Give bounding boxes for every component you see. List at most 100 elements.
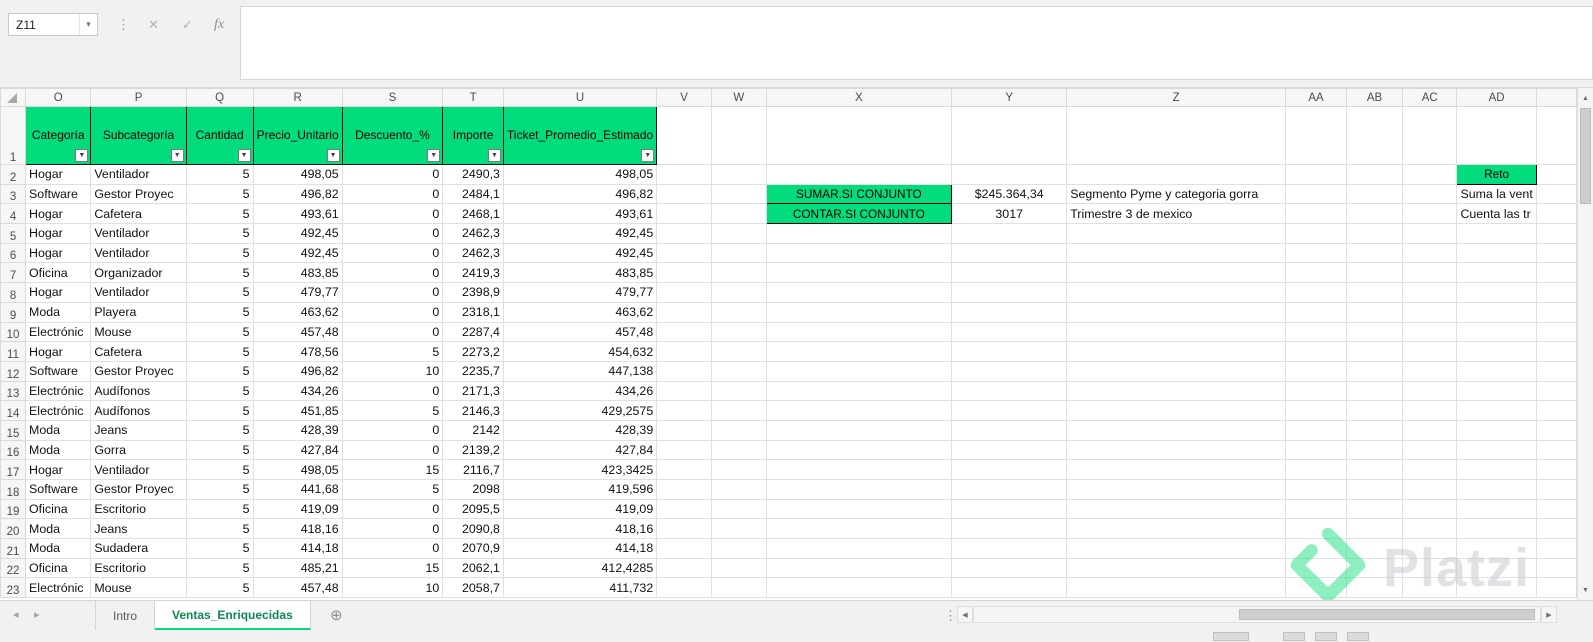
cell-T22[interactable]: 2062,1 xyxy=(442,557,504,579)
scroll-up-icon[interactable]: ▲ xyxy=(1578,90,1593,106)
cell-O21[interactable]: Moda xyxy=(25,538,92,559)
tabbar-more-icon[interactable]: ⋮ xyxy=(944,609,957,622)
column-header-AD[interactable]: AD xyxy=(1456,88,1537,107)
cell-AA19[interactable] xyxy=(1284,498,1348,520)
cell-X9[interactable] xyxy=(765,301,953,323)
cell-P4[interactable]: Cafetera xyxy=(90,203,187,225)
name-box[interactable]: Z11 ▾ xyxy=(8,13,98,36)
cell-Q18[interactable]: 5 xyxy=(185,479,254,500)
cell-U6[interactable]: 492,45 xyxy=(502,242,658,264)
filter-button-R[interactable]: ▼ xyxy=(326,149,340,162)
cell-P13[interactable]: Audífonos xyxy=(90,380,187,402)
cell-AD20[interactable] xyxy=(1456,518,1537,540)
cell-V10[interactable] xyxy=(656,321,713,343)
cell-AA17[interactable] xyxy=(1284,459,1348,480)
row-header-11[interactable]: 11 xyxy=(0,341,27,362)
cell-W9[interactable] xyxy=(711,301,767,323)
cell-T14[interactable]: 2146,3 xyxy=(442,400,504,421)
cell-X18[interactable] xyxy=(765,479,953,500)
row-header-1[interactable]: 1 xyxy=(0,106,27,165)
cell-O11[interactable]: Hogar xyxy=(25,341,92,362)
cell-Y10[interactable] xyxy=(951,321,1068,343)
formula-bar-input[interactable] xyxy=(240,6,1593,80)
cell-Y4[interactable]: 3017 xyxy=(951,203,1068,225)
cell-U17[interactable]: 423,3425 xyxy=(502,459,658,480)
cell-P16[interactable]: Gorra xyxy=(90,439,187,461)
cell-AC18[interactable] xyxy=(1402,479,1458,500)
cell-O22[interactable]: Oficina xyxy=(25,557,92,579)
cell-V16[interactable] xyxy=(656,439,713,461)
cell-P14[interactable]: Audífonos xyxy=(90,400,187,421)
cell-S9[interactable]: 0 xyxy=(341,301,444,323)
cell-T23[interactable]: 2058,7 xyxy=(442,577,504,599)
insert-function-icon[interactable]: fx xyxy=(214,18,224,32)
select-all-corner[interactable] xyxy=(0,88,27,107)
field-header-cell-U[interactable]: Ticket_Promedio_Estimado ▼ xyxy=(502,106,658,165)
cell-U23[interactable]: 411,732 xyxy=(502,577,658,599)
cell-AC21[interactable] xyxy=(1402,538,1458,559)
cell-X10[interactable] xyxy=(765,321,953,343)
cell-Q15[interactable]: 5 xyxy=(185,419,254,441)
cell-W5[interactable] xyxy=(711,223,767,244)
cell-X11[interactable] xyxy=(765,341,953,362)
cell-O10[interactable]: Electrónic xyxy=(25,321,92,343)
cell-Y3[interactable]: $245.364,34 xyxy=(951,183,1068,205)
cell-AC23[interactable] xyxy=(1402,577,1458,599)
cell-R11[interactable]: 478,56 xyxy=(252,341,343,362)
row-header-23[interactable]: 23 xyxy=(0,577,27,599)
cell-Y13[interactable] xyxy=(951,380,1068,402)
cell-Z9[interactable] xyxy=(1066,301,1286,323)
cell-Q14[interactable]: 5 xyxy=(185,400,254,421)
cell-V22[interactable] xyxy=(656,557,713,579)
cell-AA1[interactable] xyxy=(1284,106,1348,165)
cell-Y11[interactable] xyxy=(951,341,1068,362)
cell-AB6[interactable] xyxy=(1346,242,1404,264)
field-header-cell-P[interactable]: Subcategoría ▼ xyxy=(90,106,187,165)
column-header-R[interactable]: R xyxy=(252,88,343,107)
cell-X21[interactable] xyxy=(765,538,953,559)
cell-W3[interactable] xyxy=(711,183,767,205)
cell-V9[interactable] xyxy=(656,301,713,323)
cell-T20[interactable]: 2090,8 xyxy=(442,518,504,540)
cell-X17[interactable] xyxy=(765,459,953,480)
cell-W20[interactable] xyxy=(711,518,767,540)
cancel-icon[interactable]: ✕ xyxy=(148,18,159,31)
cell-T2[interactable]: 2490,3 xyxy=(442,164,504,185)
column-header-T[interactable]: T xyxy=(442,88,504,107)
cell-U13[interactable]: 434,26 xyxy=(502,380,658,402)
cell-O16[interactable]: Moda xyxy=(25,439,92,461)
cell-AE12[interactable] xyxy=(1535,360,1577,382)
cell-T11[interactable]: 2273,2 xyxy=(442,341,504,362)
cell-O2[interactable]: Hogar xyxy=(25,164,92,185)
cell-AC4[interactable] xyxy=(1402,203,1458,225)
cell-Y8[interactable] xyxy=(951,282,1068,303)
cell-V21[interactable] xyxy=(656,538,713,559)
cell-W4[interactable] xyxy=(711,203,767,225)
field-header-cell-Q[interactable]: Cantidad ▼ xyxy=(185,106,254,165)
cell-AA14[interactable] xyxy=(1284,400,1348,421)
cell-T12[interactable]: 2235,7 xyxy=(442,360,504,382)
cell-P6[interactable]: Ventilador xyxy=(90,242,187,264)
cell-Y9[interactable] xyxy=(951,301,1068,323)
row-header-4[interactable]: 4 xyxy=(0,203,27,225)
cell-AA2[interactable] xyxy=(1284,164,1348,185)
row-header-16[interactable]: 16 xyxy=(0,439,27,461)
cell-Q6[interactable]: 5 xyxy=(185,242,254,264)
cell-AD10[interactable] xyxy=(1456,321,1537,343)
cell-O6[interactable]: Hogar xyxy=(25,242,92,264)
cell-S7[interactable]: 0 xyxy=(341,262,444,284)
cell-AB11[interactable] xyxy=(1346,341,1404,362)
cell-S4[interactable]: 0 xyxy=(341,203,444,225)
cell-AE16[interactable] xyxy=(1535,439,1577,461)
cell-AA6[interactable] xyxy=(1284,242,1348,264)
cell-U5[interactable]: 492,45 xyxy=(502,223,658,244)
cell-W7[interactable] xyxy=(711,262,767,284)
cell-X13[interactable] xyxy=(765,380,953,402)
cell-AE5[interactable] xyxy=(1535,223,1577,244)
cell-U10[interactable]: 457,48 xyxy=(502,321,658,343)
cell-Q9[interactable]: 5 xyxy=(185,301,254,323)
cell-R12[interactable]: 496,82 xyxy=(252,360,343,382)
cell-S5[interactable]: 0 xyxy=(341,223,444,244)
cell-R14[interactable]: 451,85 xyxy=(252,400,343,421)
cell-Z7[interactable] xyxy=(1066,262,1286,284)
